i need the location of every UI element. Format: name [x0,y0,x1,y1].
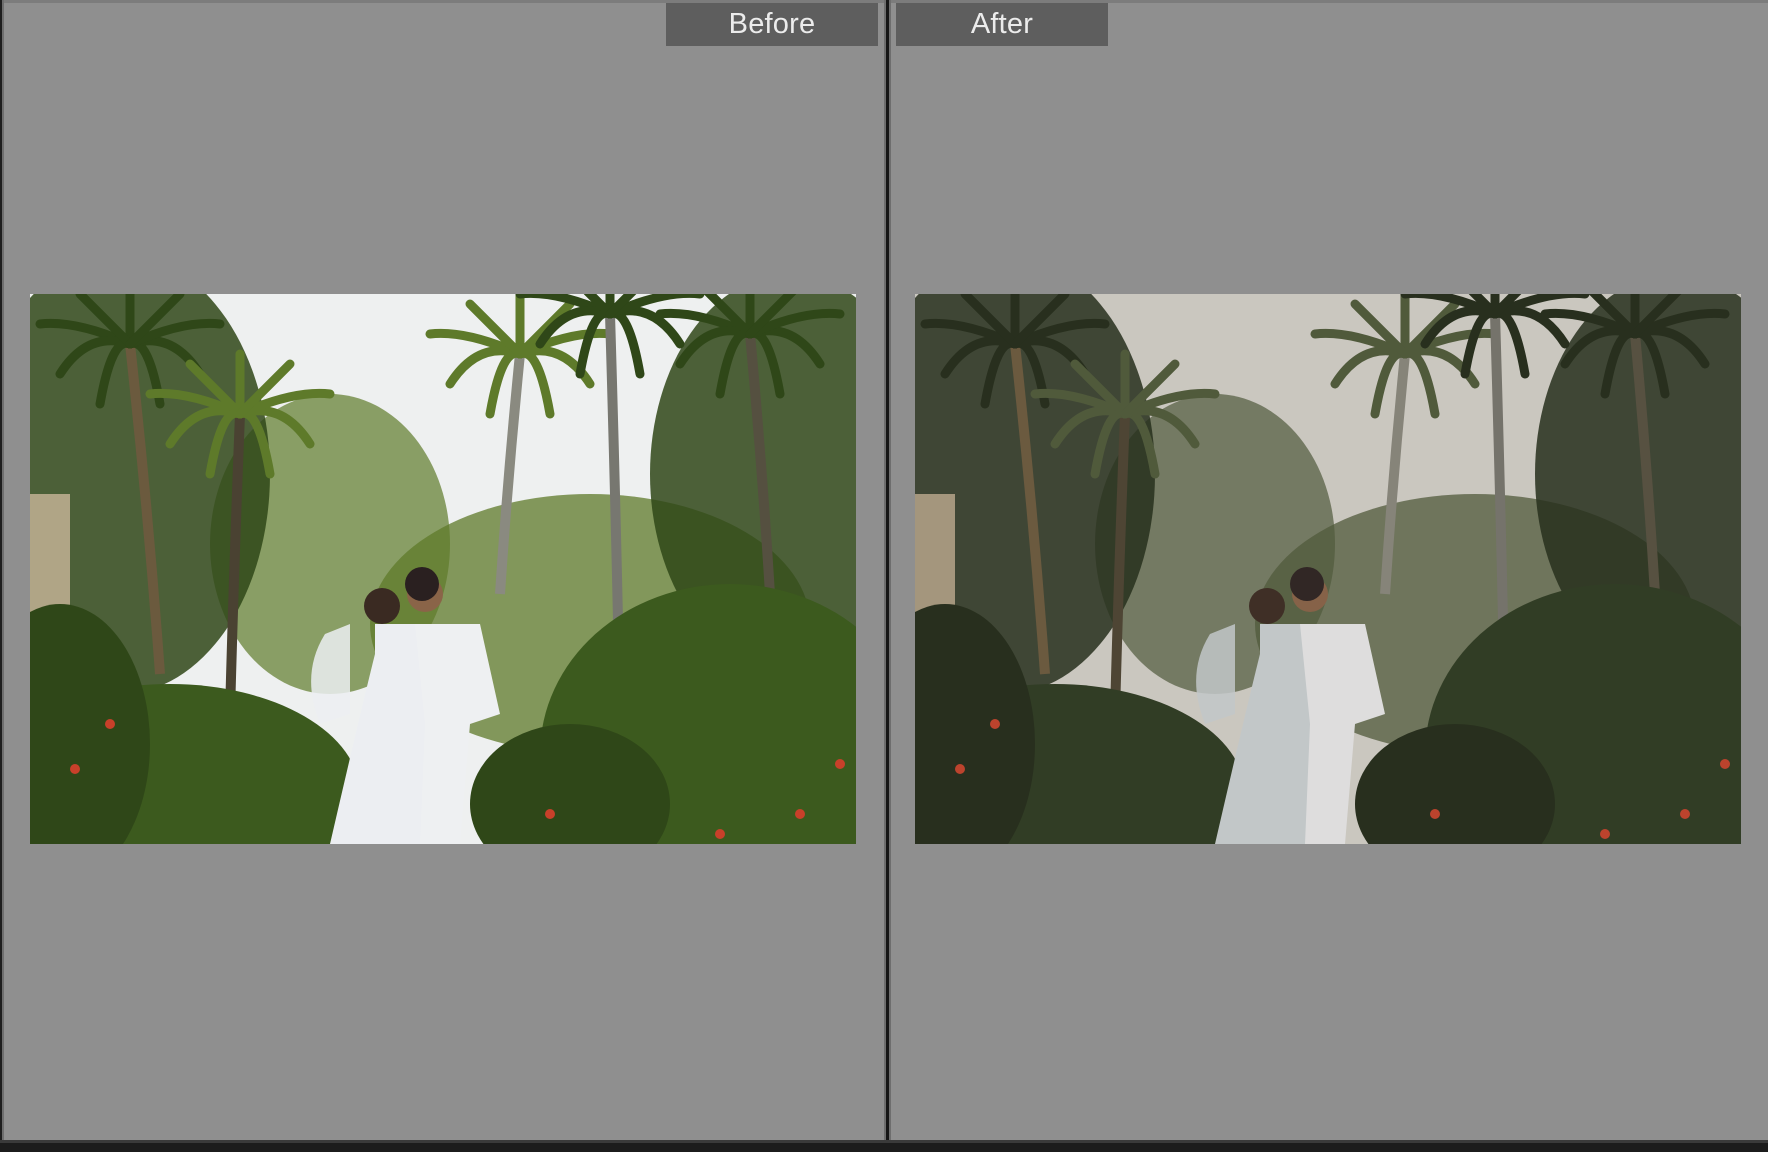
before-label: Before [666,3,878,46]
lightroom-before-after-view: Before After [0,0,1768,1152]
after-pane[interactable]: After [891,0,1768,1140]
filmstrip-edge [0,1140,1768,1152]
after-label: After [896,3,1108,46]
before-pane[interactable]: Before [4,0,884,1140]
after-photo[interactable] [915,294,1741,844]
before-photo[interactable] [30,294,856,844]
pane-divider[interactable] [884,0,891,1140]
